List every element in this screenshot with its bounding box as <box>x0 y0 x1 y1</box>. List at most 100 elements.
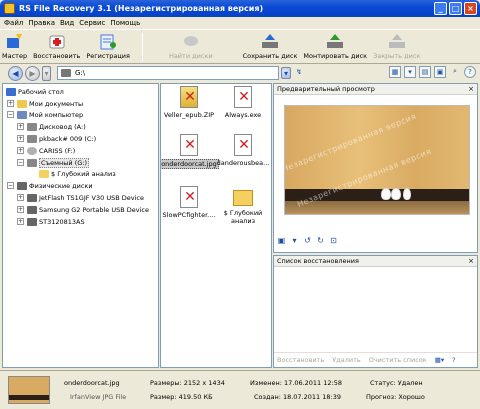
menu-bar: Файл Правка Вид Сервис Помощь <box>0 17 480 29</box>
folder-tree: Рабочий стол + Мои документы − Мой компь… <box>2 83 159 368</box>
preview-pane: Предварительный просмотр × Незарегистрир… <box>273 83 478 253</box>
find-disks-button[interactable]: Найти диски <box>169 30 213 63</box>
menu-view[interactable]: Вид <box>60 19 74 27</box>
hdd-icon <box>27 217 37 226</box>
search-icon[interactable]: ⌕ <box>449 66 461 78</box>
status-filesize: Размер: 419.50 КБ <box>150 393 213 401</box>
tree-item-samsung[interactable]: + Samsung G2 Portable USB Device <box>17 204 149 215</box>
status-created: Создан: 18.07.2011 18:39 <box>254 393 341 401</box>
tree-item-jetflash[interactable]: + JetFlash TS1GJF V30 USB Device <box>17 192 144 203</box>
status-dimensions: Размеры: 2152 x 1434 <box>150 379 225 387</box>
close-icon[interactable]: × <box>468 84 474 94</box>
image-icon: ✕ <box>180 134 198 156</box>
view-icon[interactable]: ▦ <box>389 66 401 78</box>
fit-icon[interactable]: ⊡ <box>329 236 338 245</box>
collapse-icon[interactable]: − <box>7 111 14 118</box>
tree-item-computer[interactable]: − Мой компьютер <box>7 109 83 120</box>
recovery-restore-button[interactable]: Восстановить <box>277 356 324 364</box>
recovery-header: Список восстановления × <box>274 256 477 267</box>
tree-item-drive-g[interactable]: − Съемный (G:) <box>17 157 90 168</box>
expand-icon[interactable]: + <box>17 147 24 154</box>
list-item[interactable]: $ Глубокий анализ <box>215 186 271 225</box>
toolbar: Мастер Восстановить Регистрация Найти ди… <box>0 29 480 64</box>
maximize-button[interactable]: □ <box>449 2 462 15</box>
exe-icon: ✕ <box>180 186 198 208</box>
expand-icon[interactable]: + <box>17 123 24 130</box>
cd-icon <box>27 146 37 155</box>
tree-item-documents[interactable]: + Мои документы <box>7 98 83 109</box>
back-button[interactable]: ◀ <box>8 65 23 81</box>
register-button[interactable]: Регистрация <box>86 30 130 63</box>
save-disk-button[interactable]: Сохранить диск <box>243 30 297 63</box>
status-filetype: IrfanView JPG File <box>70 393 127 401</box>
usb-icon <box>27 193 37 202</box>
rotate-right-icon[interactable]: ↻ <box>316 236 325 245</box>
menu-file[interactable]: Файл <box>4 19 23 27</box>
help-icon[interactable]: ? <box>464 66 476 78</box>
register-icon <box>99 32 117 50</box>
status-modified: Изменен: 17.06.2011 12:58 <box>250 379 342 387</box>
list-item[interactable]: ✕ SlowPCfighter.... <box>161 186 217 219</box>
preview-image: Незарегистрированная версия Незарегистри… <box>284 105 470 215</box>
preview-header: Предварительный просмотр × <box>274 84 477 95</box>
go-icon[interactable]: ↯ <box>293 67 305 79</box>
recovery-clear-button[interactable]: Очистить список <box>369 356 427 364</box>
panel-icon[interactable]: ▤ <box>419 66 431 78</box>
wizard-icon <box>6 32 24 50</box>
toolbar-separator <box>141 32 143 61</box>
close-button[interactable]: × <box>464 2 477 15</box>
recovery-actions: Восстановить Удалить Очистить список ▦▾ … <box>274 352 477 367</box>
address-row: ◀ ▶ ▾ G:\ ▾ ↯ ▦ ▾ ▤ ▣ ⌕ ? <box>0 64 480 82</box>
menu-edit[interactable]: Правка <box>28 19 55 27</box>
expand-icon[interactable]: + <box>17 135 24 142</box>
list-item[interactable]: ✕ danderousbea... <box>215 134 271 167</box>
close-disk-button[interactable]: Закрыть диск <box>373 30 420 63</box>
computer-icon <box>17 110 27 119</box>
expand-icon[interactable]: + <box>7 100 14 107</box>
image-mode-icon[interactable]: ▣ <box>277 236 286 245</box>
collapse-icon[interactable]: − <box>7 182 14 189</box>
tree-item-deep-analysis[interactable]: $ Глубокий анализ <box>39 168 116 179</box>
filter-icon[interactable]: ▾ <box>404 66 416 78</box>
recovery-delete-button[interactable]: Удалить <box>332 356 360 364</box>
tree-item-floppy[interactable]: + Дисковод (A:) <box>17 121 86 132</box>
status-bar: onderdoorcat.jpg IrfanView JPG File Разм… <box>0 370 480 409</box>
expand-icon[interactable]: + <box>17 206 24 213</box>
tree-item-physical-disks[interactable]: − Физические диски <box>7 180 93 191</box>
desktop-icon <box>6 87 16 96</box>
drive-icon <box>27 134 37 143</box>
tree-item-drive-c[interactable]: + pkback# 009 (C:) <box>17 133 96 144</box>
menu-service[interactable]: Сервис <box>79 19 105 27</box>
folder-icon <box>233 190 253 206</box>
menu-help[interactable]: Помощь <box>110 19 140 27</box>
tree-item-st3120813as[interactable]: + ST3120813AS <box>17 216 85 227</box>
address-dropdown[interactable]: ▾ <box>281 67 291 79</box>
preview-toolbar: ▣ ▾ ↺ ↻ ⊡ <box>277 236 338 245</box>
master-button[interactable]: Мастер <box>2 30 27 63</box>
tree-item-desktop[interactable]: Рабочий стол <box>6 86 64 97</box>
status-forecast: Прогноз: Хорошо <box>366 393 425 401</box>
list-item[interactable]: ✕ onderdoorcat.jpg <box>161 134 219 169</box>
tree-item-drive-f[interactable]: + CARISS (F:) <box>17 145 75 156</box>
mount-disk-button[interactable]: Монтировать диск <box>303 30 367 63</box>
usb-icon <box>27 205 37 214</box>
forward-button[interactable]: ▶ <box>25 65 40 81</box>
rotate-left-icon[interactable]: ↺ <box>303 236 312 245</box>
minimize-button[interactable]: _ <box>434 2 447 15</box>
save-icon[interactable]: ▣ <box>434 66 446 78</box>
address-field[interactable]: G:\ <box>57 66 279 80</box>
collapse-icon[interactable]: − <box>17 159 24 166</box>
list-item[interactable]: ✕ Always.exe <box>215 86 271 119</box>
history-dropdown[interactable]: ▾ <box>42 65 51 81</box>
help-icon[interactable]: ? <box>452 356 455 364</box>
expand-icon[interactable]: + <box>17 218 24 225</box>
close-icon[interactable]: × <box>468 256 474 266</box>
dropdown-icon[interactable]: ▾ <box>290 236 299 245</box>
restore-button[interactable]: Восстановить <box>33 30 80 63</box>
zip-icon: ✕ <box>180 86 198 108</box>
expand-icon[interactable]: + <box>17 194 24 201</box>
documents-icon <box>17 99 27 108</box>
list-item[interactable]: ✕ Veller_epub.ZIP <box>161 86 217 119</box>
view-icon[interactable]: ▦▾ <box>435 356 444 364</box>
image-icon: ✕ <box>234 134 252 156</box>
